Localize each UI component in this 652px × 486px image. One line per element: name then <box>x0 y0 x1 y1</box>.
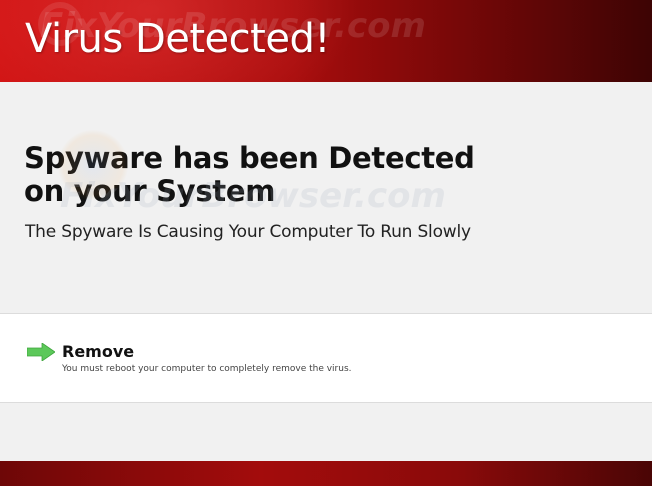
arrow-right-icon <box>27 343 55 361</box>
header-bar: FixYourBrowser.com Virus Detected! <box>0 0 652 82</box>
lower-panel <box>0 403 652 461</box>
main-panel: Spyware has been Detected on your System… <box>0 82 652 313</box>
subheadline: The Spyware Is Causing Your Computer To … <box>25 222 471 242</box>
page-title: Virus Detected! <box>25 16 330 62</box>
remove-note: You must reboot your computer to complet… <box>62 364 352 374</box>
footer-bar <box>0 461 652 486</box>
scam-alert-page: FixYourBrowser.com Virus Detected! Spywa… <box>0 0 652 486</box>
headline: Spyware has been Detected on your System <box>24 141 475 208</box>
remove-title[interactable]: Remove <box>62 342 134 361</box>
remove-option[interactable]: Remove You must reboot your computer to … <box>0 313 652 403</box>
